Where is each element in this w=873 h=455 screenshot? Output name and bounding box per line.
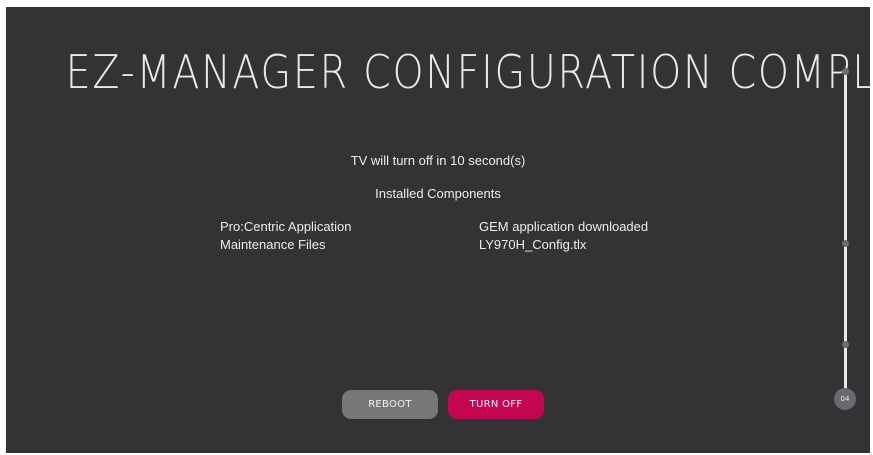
configuration-complete-screen: EZ-MANAGER CONFIGURATION COMPLETE TV wil… bbox=[6, 7, 870, 453]
step-progress-track bbox=[844, 71, 847, 397]
component-name: Maintenance Files bbox=[220, 237, 326, 252]
component-name: Pro:Centric Application bbox=[220, 219, 352, 234]
turn-off-button[interactable]: TURN OFF bbox=[448, 390, 544, 419]
installed-components-heading: Installed Components bbox=[375, 186, 501, 201]
component-value: GEM application downloaded bbox=[479, 219, 649, 234]
step-progress-dot bbox=[842, 240, 849, 247]
current-step-badge: 04 bbox=[834, 388, 856, 410]
component-row: Pro:Centric Application GEM application … bbox=[220, 218, 740, 236]
step-progress-dot bbox=[842, 68, 849, 75]
component-value: LY970H_Config.tlx bbox=[479, 237, 587, 252]
installed-components-list: Pro:Centric Application GEM application … bbox=[220, 218, 740, 254]
component-row: Maintenance Files LY970H_Config.tlx bbox=[220, 236, 740, 254]
reboot-button[interactable]: REBOOT bbox=[342, 390, 438, 419]
page-title: EZ-MANAGER CONFIGURATION COMPLETE bbox=[65, 45, 870, 99]
step-progress-dot bbox=[842, 341, 849, 348]
turn-off-countdown: TV will turn off in 10 second(s) bbox=[350, 153, 526, 168]
